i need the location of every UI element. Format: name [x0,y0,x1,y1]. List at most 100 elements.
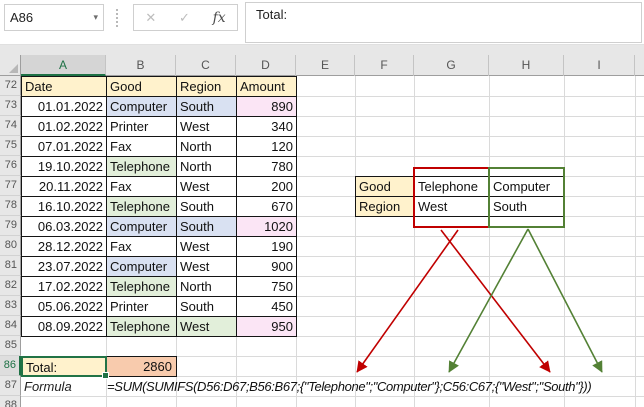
cell[interactable]: Date [21,76,107,97]
cell[interactable]: Telephone [414,176,490,197]
row-header-84[interactable]: 84 [0,316,21,336]
cell[interactable]: 670 [236,196,297,217]
row-header-85[interactable]: 85 [0,336,21,356]
row-header-78[interactable]: 78 [0,196,21,216]
cell[interactable]: 23.07.2022 [21,256,107,277]
cell[interactable]: 05.06.2022 [21,296,107,317]
cell[interactable]: 01.02.2022 [21,116,107,137]
cell[interactable]: Fax [106,136,177,157]
cell[interactable]: West [176,176,237,197]
cell[interactable]: West [176,316,237,337]
cell[interactable]: 200 [236,176,297,197]
cell[interactable]: South [176,96,237,117]
select-all-corner[interactable] [0,55,21,76]
cancel-icon[interactable]: ✕ [145,10,156,26]
cell[interactable]: North [176,276,237,297]
column-header-g[interactable]: G [414,55,489,76]
cell[interactable]: Region [176,76,237,97]
cell[interactable]: North [176,156,237,177]
cell[interactable]: South [176,216,237,237]
cell[interactable]: Computer [106,216,177,237]
column-header-f[interactable]: F [355,55,414,76]
cell[interactable]: 17.02.2022 [21,276,107,297]
cell[interactable]: 28.12.2022 [21,236,107,257]
cell[interactable]: 08.09.2022 [21,316,107,337]
name-box[interactable]: A86 ▾ [4,4,104,31]
column-header-a[interactable]: A [21,55,106,76]
column-header-i[interactable]: I [564,55,635,76]
cell[interactable]: 01.01.2022 [21,96,107,117]
cell-b86-total-value[interactable]: 2860 [106,356,177,377]
cell[interactable]: 890 [236,96,297,117]
cell[interactable]: 450 [236,296,297,317]
cell[interactable]: 19.10.2022 [21,156,107,177]
cell-b87-formula-text[interactable]: =SUM(SUMIFS(D56:D67;B56:B67;{"Telephone"… [107,377,592,397]
cell[interactable]: Good [355,176,415,197]
column-header-b[interactable]: B [106,55,176,76]
cell[interactable]: Printer [106,296,177,317]
row-header-82[interactable]: 82 [0,276,21,296]
cell[interactable]: Telephone [106,196,177,217]
cell[interactable]: Computer [106,96,177,117]
cell[interactable]: North [176,136,237,157]
cell-a87-formula-label[interactable]: Formula [21,377,106,397]
row-header-77[interactable]: 77 [0,176,21,196]
row-header-87[interactable]: 87 [0,376,21,396]
cell[interactable]: South [176,196,237,217]
cell[interactable]: 1020 [236,216,297,237]
column-header-c[interactable]: C [176,55,236,76]
cell[interactable]: 16.10.2022 [21,196,107,217]
column-header-d[interactable]: D [236,55,296,76]
cell[interactable]: West [414,196,490,217]
row-header-80[interactable]: 80 [0,236,21,256]
cell[interactable]: Telephone [106,276,177,297]
row-header-88[interactable]: 88 [0,396,21,407]
cell[interactable]: West [176,256,237,277]
cell[interactable]: South [176,296,237,317]
cell[interactable]: South [489,196,565,217]
cell[interactable]: 780 [236,156,297,177]
row-header-79[interactable]: 79 [0,216,21,236]
cell[interactable]: 20.11.2022 [21,176,107,197]
cell[interactable]: 900 [236,256,297,277]
row-header-81[interactable]: 81 [0,256,21,276]
cell[interactable]: Region [355,196,415,217]
column-header-h[interactable]: H [489,55,564,76]
cell[interactable]: West [176,236,237,257]
insert-function-icon[interactable]: fx [213,10,226,26]
cell[interactable]: 120 [236,136,297,157]
gridline [564,76,565,407]
row-header-72[interactable]: 72 [0,76,21,96]
cell[interactable]: Good [106,76,177,97]
arrow-red-west [440,229,551,373]
name-box-dropdown-icon[interactable]: ▾ [89,12,98,23]
cell[interactable]: 750 [236,276,297,297]
row-header-76[interactable]: 76 [0,156,21,176]
cell[interactable]: Printer [106,116,177,137]
row-header-73[interactable]: 73 [0,96,21,116]
row-header-75[interactable]: 75 [0,136,21,156]
formula-bar-input[interactable]: Total: [245,2,642,43]
row-header-86[interactable]: 86 [0,356,21,376]
cell[interactable]: Computer [106,256,177,277]
gridline [355,76,356,407]
cell[interactable]: 340 [236,116,297,137]
cell[interactable]: 07.01.2022 [21,136,107,157]
row-header-74[interactable]: 74 [0,116,21,136]
cell[interactable]: Amount [236,76,297,97]
cell[interactable]: Fax [106,236,177,257]
cell[interactable]: West [176,116,237,137]
cell[interactable]: Telephone [106,156,177,177]
bordered-table: Good Telephone Computer Region West South [355,176,565,217]
column-header-e[interactable]: E [296,55,355,76]
cell[interactable]: 950 [236,316,297,337]
cell[interactable]: Fax [106,176,177,197]
cell-a86-total-label[interactable]: Total: [21,356,109,379]
cell[interactable]: 190 [236,236,297,257]
cell[interactable]: Telephone [106,316,177,337]
row-header-83[interactable]: 83 [0,296,21,316]
cell[interactable]: Computer [489,176,565,197]
spreadsheet-grid: ABCDEFGHI 72 73 74 75 76 77 78 79 80 81 82 83 84 85 86… [0,55,644,407]
enter-icon[interactable]: ✓ [179,10,190,26]
cell[interactable]: 06.03.2022 [21,216,107,237]
